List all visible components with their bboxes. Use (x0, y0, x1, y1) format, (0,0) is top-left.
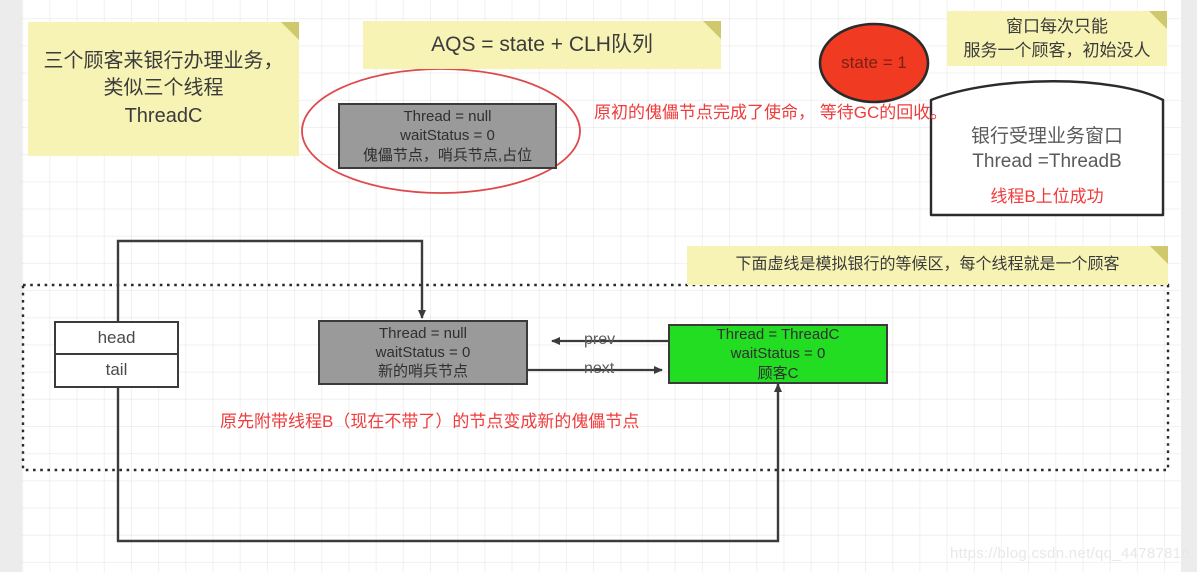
prev-edge-label: prev (584, 331, 616, 348)
bank-window-text-wrap: 银行受理业务窗口 Thread =ThreadB 线程B上位成功 (931, 100, 1163, 215)
bank-window-red-line: 线程B上位成功 (990, 187, 1104, 206)
new-sentinel-line-1: Thread = null (379, 324, 467, 342)
threadc-line-2: waitStatus = 0 (730, 345, 826, 363)
note-waiting-area: 下面虚线是模拟银行的等候区，每个线程就是一个顾客 (687, 246, 1168, 285)
gc-annotation-line-2: 等待GC的回收。 (819, 103, 948, 122)
new-sentinel-line-2: waitStatus = 0 (375, 343, 471, 361)
old-sentinel-line-1: Thread = null (403, 108, 492, 126)
note-customers-line-1: 三个顾客来银行办理业务， (43, 49, 284, 72)
head-tail-box: head tail (54, 321, 179, 388)
old-sentinel-line-3: 傀儡节点，哨兵节点,占位 (362, 146, 533, 164)
bank-window-labels: 银行受理业务窗口 Thread =ThreadB (931, 125, 1163, 174)
note-fold-corner (281, 22, 299, 40)
note-customers-line-2: 类似三个线程 (103, 77, 224, 100)
gc-annotation: 原初的傀儡节点完成了使命， 等待GC的回收。 (594, 100, 947, 126)
note-fold-corner (703, 21, 721, 39)
tail-cell: tail (105, 360, 128, 380)
gc-annotation-line-1: 原初的傀儡节点完成了使命， (594, 103, 815, 122)
note-fold-corner (1150, 246, 1168, 264)
note-window-capacity: 窗口每次只能 服务一个顾客，初始没人 (947, 11, 1167, 66)
note-window-line-2: 服务一个顾客，初始没人 (963, 40, 1151, 60)
note-aqs-line-1: AQS = state + CLH队列 (431, 32, 653, 56)
note-aqs: AQS = state + CLH队列 (363, 21, 721, 69)
note-fold-corner (1149, 11, 1167, 29)
note-customers-line-3: ThreadC (124, 104, 203, 127)
new-sentinel-annotation: 原先附带线程B（现在不带了）的节点变成新的傀儡节点 (220, 412, 640, 431)
state-label: state = 1 (841, 53, 907, 72)
next-edge-label: next (584, 360, 615, 377)
threadc-node: Thread = ThreadC waitStatus = 0 顾客C (668, 324, 888, 384)
threadc-line-3: 顾客C (757, 364, 799, 382)
head-to-sentinel-connector (116, 239, 426, 321)
head-cell: head (56, 323, 177, 355)
old-sentinel-node: Thread = null waitStatus = 0 傀儡节点，哨兵节点,占… (338, 103, 557, 169)
note-waiting-area-line-1: 下面虚线是模拟银行的等候区，每个线程就是一个顾客 (735, 256, 1120, 274)
bank-window-line-1: 银行受理业务窗口 (970, 126, 1123, 147)
old-sentinel-line-2: waitStatus = 0 (400, 127, 495, 145)
diagram-canvas: 三个顾客来银行办理业务， 类似三个线程 ThreadC AQS = state … (0, 0, 1197, 572)
bank-window-red-note: 线程B上位成功 (931, 186, 1163, 208)
new-sentinel-node: Thread = null waitStatus = 0 新的哨兵节点 (318, 320, 528, 385)
new-sentinel-line-3: 新的哨兵节点 (377, 363, 468, 381)
note-window-line-1: 窗口每次只能 (1006, 17, 1108, 37)
note-customers: 三个顾客来银行办理业务， 类似三个线程 ThreadC (28, 22, 299, 156)
threadc-line-1: Thread = ThreadC (716, 326, 840, 344)
bank-window-line-2: Thread =ThreadB (972, 150, 1122, 172)
tail-to-threadc-connector (116, 383, 782, 543)
watermark: https://blog.csdn.net/qq_44787816 (950, 545, 1191, 562)
